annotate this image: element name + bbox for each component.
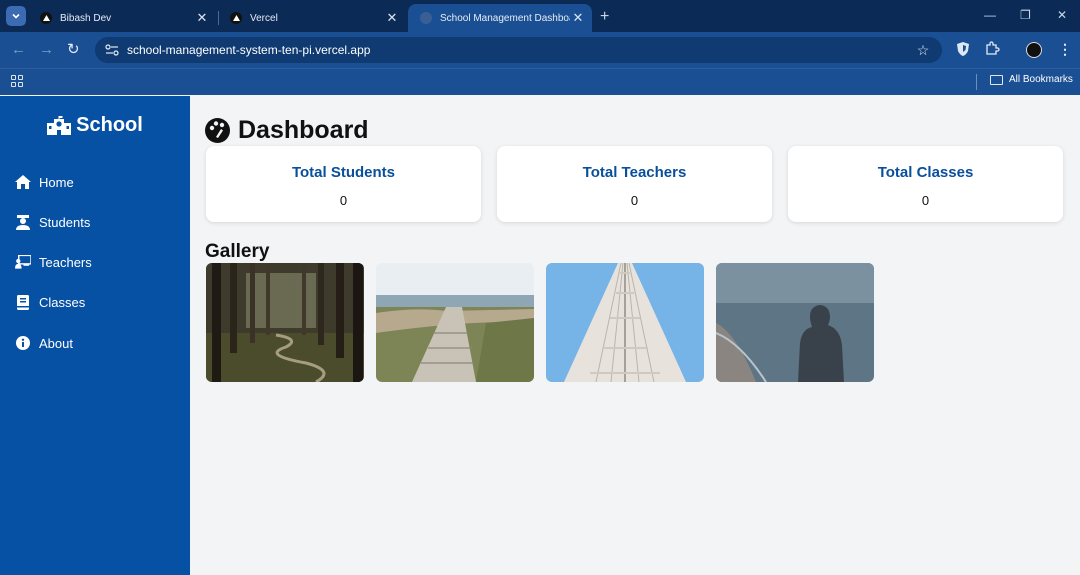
main-content: Dashboard Total Students 0 Total Teacher… xyxy=(190,96,1080,575)
chevron-down-icon xyxy=(12,13,20,19)
browser-toolbar: ← → ↻ ☆ ⋮ xyxy=(0,32,1080,68)
tab-search-button[interactable] xyxy=(6,6,26,26)
apps-grid-icon[interactable] xyxy=(11,75,23,87)
tab-school-dashboard[interactable]: School Management Dashboard ✕ xyxy=(408,4,592,32)
close-tab-icon[interactable]: ✕ xyxy=(194,10,210,26)
profile-avatar[interactable] xyxy=(1026,42,1042,58)
close-window-icon[interactable]: ✕ xyxy=(1057,8,1067,22)
bookmarks-bar: All Bookmarks xyxy=(0,68,1080,95)
gallery-image-forest-path xyxy=(206,263,364,382)
home-icon xyxy=(15,174,31,190)
browser-tab-strip: Bibash Dev ✕ Vercel ✕ School Management … xyxy=(0,0,1080,32)
new-tab-button[interactable]: + xyxy=(600,8,609,26)
tab-bibash-dev[interactable]: Bibash Dev ✕ xyxy=(28,4,216,32)
forward-icon[interactable]: → xyxy=(39,41,54,59)
loading-favicon-icon xyxy=(420,12,432,24)
stat-card-teachers: Total Teachers 0 xyxy=(497,146,772,222)
stat-card-classes: Total Classes 0 xyxy=(788,146,1063,222)
stat-card-title: Total Students xyxy=(291,164,396,181)
sidebar-item-classes[interactable]: Classes xyxy=(15,291,85,313)
tab-vercel[interactable]: Vercel ✕ xyxy=(218,4,406,32)
bookmarks-divider xyxy=(976,74,977,90)
page-title: Dashboard xyxy=(205,116,369,145)
restore-icon[interactable]: ❐ xyxy=(1020,8,1031,22)
url-input[interactable] xyxy=(127,43,912,57)
vercel-favicon-icon xyxy=(230,12,242,24)
gallery-image-skyscraper xyxy=(546,263,704,382)
reload-icon[interactable]: ↻ xyxy=(67,41,80,59)
gallery-heading: Gallery xyxy=(205,241,270,262)
tab-title: Vercel xyxy=(250,12,278,24)
close-tab-icon[interactable]: ✕ xyxy=(384,10,400,26)
sidebar-item-home[interactable]: Home xyxy=(15,171,74,193)
gallery-image-beach-boardwalk xyxy=(376,263,534,382)
back-icon[interactable]: ← xyxy=(11,41,26,59)
palette-gauge-icon xyxy=(205,118,230,143)
info-icon xyxy=(15,335,31,351)
stat-card-title: Total Classes xyxy=(877,164,974,181)
stat-card-value: 0 xyxy=(339,193,348,208)
school-icon xyxy=(47,116,72,135)
bookmark-star-icon[interactable]: ☆ xyxy=(912,42,934,59)
book-icon xyxy=(15,294,31,310)
page-title-text: Dashboard xyxy=(238,116,369,144)
site-settings-icon[interactable] xyxy=(103,44,121,56)
shield-extension-icon[interactable] xyxy=(956,41,970,60)
close-tab-icon[interactable]: ✕ xyxy=(570,10,586,26)
stat-card-value: 0 xyxy=(921,193,930,208)
vercel-favicon-icon xyxy=(40,12,52,24)
stat-card-title: Total Teachers xyxy=(582,164,687,181)
all-bookmarks-label: All Bookmarks xyxy=(1009,74,1073,85)
extensions-puzzle-icon[interactable] xyxy=(985,41,1000,59)
stat-card-value: 0 xyxy=(630,193,639,208)
all-bookmarks-button[interactable]: All Bookmarks xyxy=(990,74,1073,85)
sidebar-item-label: Home xyxy=(39,174,74,190)
minimize-icon[interactable]: — xyxy=(984,8,996,22)
gallery-image-hooded-person xyxy=(716,263,874,382)
sidebar-item-teachers[interactable]: Teachers xyxy=(15,251,92,273)
sidebar: School Home Students Teachers Classes Ab… xyxy=(0,96,190,575)
tab-title: Bibash Dev xyxy=(60,12,112,24)
sidebar-item-label: About xyxy=(39,335,73,351)
sidebar-item-label: Classes xyxy=(39,294,86,310)
address-bar[interactable]: ☆ xyxy=(95,37,942,63)
sidebar-item-label: Teachers xyxy=(39,254,92,270)
sidebar-item-label: Students xyxy=(39,214,91,230)
tab-title: School Management Dashboard xyxy=(440,12,570,24)
sidebar-item-about[interactable]: About xyxy=(15,332,73,354)
teacher-icon xyxy=(15,254,31,270)
folder-icon xyxy=(990,74,1003,85)
brand-logo[interactable]: School xyxy=(0,114,190,137)
stat-card-students: Total Students 0 xyxy=(206,146,481,222)
more-menu-icon[interactable]: ⋮ xyxy=(1058,41,1072,58)
student-icon xyxy=(15,214,31,230)
sidebar-item-students[interactable]: Students xyxy=(15,211,90,233)
brand-name: School xyxy=(76,114,143,136)
